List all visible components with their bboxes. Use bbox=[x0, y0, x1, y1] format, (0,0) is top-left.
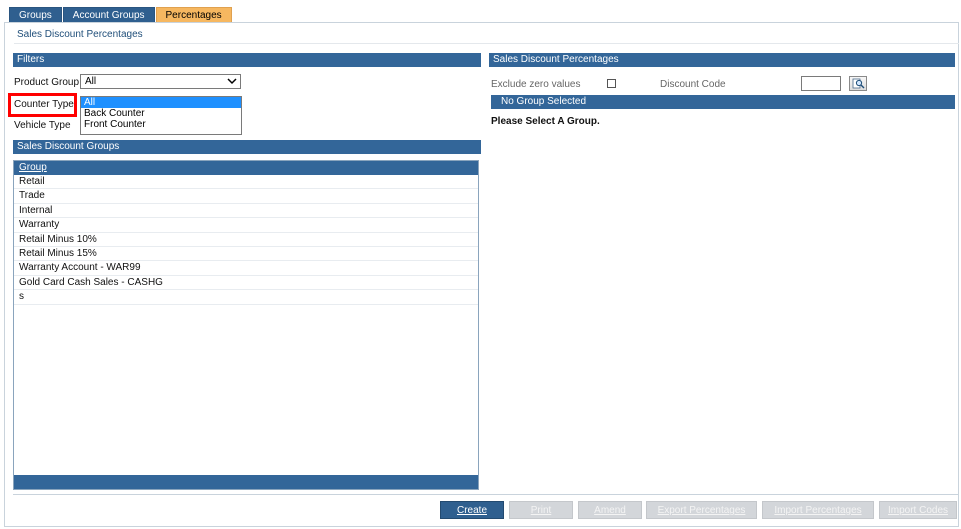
filters-header: Filters bbox=[13, 53, 481, 67]
grid-footer-bar bbox=[14, 475, 478, 489]
counter-type-option-front-counter[interactable]: Front Counter bbox=[81, 119, 241, 130]
table-row[interactable]: Gold Card Cash Sales - CASHG bbox=[14, 276, 478, 291]
discount-code-input[interactable] bbox=[801, 76, 841, 91]
product-group-select[interactable]: All bbox=[80, 74, 241, 89]
sales-discount-groups-header: Sales Discount Groups bbox=[13, 140, 481, 154]
table-row[interactable]: Trade bbox=[14, 189, 478, 204]
product-group-label: Product Group bbox=[14, 77, 80, 88]
select-group-message: Please Select A Group. bbox=[491, 116, 600, 127]
magnifier-icon bbox=[852, 78, 865, 89]
tab-strip: Groups Account Groups Percentages bbox=[9, 7, 233, 23]
table-row[interactable]: Warranty bbox=[14, 218, 478, 233]
import-codes-button[interactable]: Import Codes bbox=[879, 501, 957, 519]
table-row[interactable]: Warranty Account - WAR99 bbox=[14, 261, 478, 276]
no-group-selected-bar: No Group Selected bbox=[491, 95, 955, 109]
title-divider bbox=[14, 43, 959, 44]
export-percentages-button[interactable]: Export Percentages bbox=[646, 501, 757, 519]
create-button[interactable]: Create bbox=[440, 501, 504, 519]
tab-account-groups[interactable]: Account Groups bbox=[62, 7, 155, 23]
main-panel: Sales Discount Percentages Filters Produ… bbox=[4, 22, 959, 527]
table-row[interactable]: Retail bbox=[14, 175, 478, 190]
tab-percentages[interactable]: Percentages bbox=[155, 7, 232, 23]
print-button[interactable]: Print bbox=[509, 501, 573, 519]
group-column-header[interactable]: Group bbox=[14, 161, 478, 175]
groups-grid: Group Retail Trade Internal Warranty Ret… bbox=[13, 160, 479, 490]
counter-type-option-all[interactable]: All bbox=[81, 97, 241, 108]
exclude-zero-checkbox[interactable] bbox=[607, 79, 616, 88]
footer-divider bbox=[13, 494, 959, 495]
exclude-zero-label: Exclude zero values bbox=[491, 79, 581, 90]
table-row[interactable]: Retail Minus 10% bbox=[14, 233, 478, 247]
page-title: Sales Discount Percentages bbox=[17, 29, 143, 40]
no-group-selected-text: No Group Selected bbox=[501, 96, 587, 107]
discount-code-lookup-button[interactable] bbox=[849, 76, 867, 91]
table-row[interactable]: Retail Minus 15% bbox=[14, 247, 478, 262]
counter-type-option-back-counter[interactable]: Back Counter bbox=[81, 108, 241, 119]
vehicle-type-label: Vehicle Type bbox=[14, 120, 71, 131]
counter-type-highlight-box bbox=[8, 93, 77, 117]
table-row[interactable]: Internal bbox=[14, 204, 478, 219]
discount-code-label: Discount Code bbox=[660, 79, 726, 90]
import-percentages-button[interactable]: Import Percentages bbox=[762, 501, 874, 519]
sales-discount-percentages-header: Sales Discount Percentages bbox=[489, 53, 955, 67]
counter-type-dropdown-list[interactable]: All Back Counter Front Counter bbox=[80, 96, 242, 135]
amend-button[interactable]: Amend bbox=[578, 501, 642, 519]
product-group-value: All bbox=[85, 76, 97, 87]
table-row[interactable]: s bbox=[14, 290, 478, 305]
chevron-down-icon bbox=[227, 78, 237, 85]
tab-groups[interactable]: Groups bbox=[9, 7, 62, 23]
